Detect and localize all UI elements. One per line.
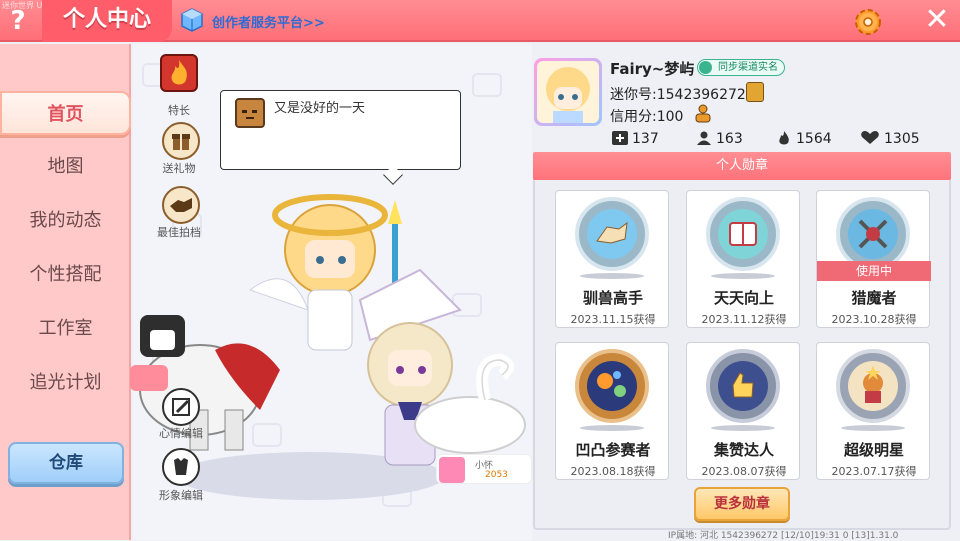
pet-card[interactable]: 小怀 2053 bbox=[436, 454, 532, 484]
page-title: 个人中心 bbox=[42, 0, 172, 42]
pet-score: 2053 bbox=[485, 470, 508, 480]
badge-card[interactable]: 集赞达人 2023.08.07获得 bbox=[686, 342, 800, 480]
fire-icon bbox=[779, 131, 789, 145]
sidebar-item-home[interactable]: 首页 bbox=[0, 91, 131, 135]
help-button[interactable]: ? bbox=[4, 6, 32, 36]
badge-card[interactable]: 天天向上 2023.11.12获得 bbox=[686, 190, 800, 328]
badge-name: 驯兽高手 bbox=[582, 289, 643, 307]
user-check-icon bbox=[699, 61, 712, 74]
badge-card[interactable]: 超级明星 2023.07.17获得 bbox=[816, 342, 930, 480]
badge-date: 2023.08.18获得 bbox=[570, 465, 656, 478]
sidebar-item-my-feed[interactable]: 我的动态 bbox=[0, 199, 131, 243]
warehouse-button[interactable]: 仓库 bbox=[8, 442, 124, 484]
sidebar-item-outfit[interactable]: 个性搭配 bbox=[0, 253, 131, 297]
thumbs-up-medal-icon bbox=[718, 361, 768, 411]
specialty-label[interactable]: 特长 bbox=[149, 102, 209, 118]
badge-date: 2023.11.12获得 bbox=[701, 313, 787, 326]
mini-id: 迷你号:1542396272 bbox=[610, 87, 746, 103]
badge-date: 2023.07.17获得 bbox=[831, 465, 917, 478]
badge-date: 2023.08.07获得 bbox=[701, 465, 787, 478]
close-icon[interactable]: ✕ bbox=[922, 4, 952, 36]
mood-edit-label[interactable]: 心情编辑 bbox=[151, 425, 211, 441]
badge-date: 2023.11.15获得 bbox=[570, 313, 656, 326]
stat-plus[interactable]: 137 bbox=[612, 131, 659, 147]
mood-text: 又是没好的一天 bbox=[274, 101, 366, 116]
creator-platform-icon[interactable] bbox=[180, 8, 204, 32]
copy-icon[interactable] bbox=[746, 82, 764, 102]
badge-name: 猎魔者 bbox=[851, 289, 897, 307]
appearance-edit-label[interactable]: 形象编辑 bbox=[151, 487, 211, 503]
more-badges-button[interactable]: 更多勋章 bbox=[694, 487, 790, 521]
avatar[interactable] bbox=[534, 58, 602, 126]
stat-fans[interactable]: 163 bbox=[696, 131, 743, 147]
book-medal-icon bbox=[718, 209, 768, 259]
horse-medal-icon bbox=[587, 209, 637, 259]
planets-medal-icon bbox=[587, 361, 637, 411]
sidebar-item-studio[interactable]: 工作室 bbox=[0, 307, 131, 351]
credit-score: 信用分:100 bbox=[610, 109, 684, 125]
fans-icon bbox=[697, 131, 711, 145]
pet-avatar bbox=[439, 457, 465, 483]
plus-icon bbox=[612, 131, 628, 145]
badge-name: 凹凸参赛者 bbox=[575, 441, 651, 459]
flame-emblem-icon[interactable] bbox=[160, 54, 198, 92]
stat-popularity[interactable]: 1564 bbox=[776, 131, 832, 147]
pencil-icon[interactable] bbox=[162, 388, 200, 426]
credit-person-icon[interactable] bbox=[693, 103, 713, 123]
outfit-icon[interactable] bbox=[162, 448, 200, 486]
swords-medal-icon bbox=[848, 209, 898, 259]
gear-icon[interactable] bbox=[852, 6, 884, 38]
gift-icon[interactable] bbox=[162, 122, 200, 160]
creator-platform-link[interactable]: 创作者服务平台>> bbox=[212, 12, 325, 31]
stat-popularity-value: 1564 bbox=[796, 131, 832, 147]
heart-icon bbox=[861, 131, 879, 144]
stat-likes-value: 1305 bbox=[884, 131, 920, 147]
stat-likes[interactable]: 1305 bbox=[860, 131, 920, 147]
nickname: Fairy~梦屿 bbox=[610, 60, 695, 78]
send-gift-label[interactable]: 送礼物 bbox=[149, 160, 209, 176]
mood-emoji-icon bbox=[235, 98, 265, 128]
stat-plus-value: 137 bbox=[632, 131, 659, 147]
badge-card[interactable]: 凹凸参赛者 2023.08.18获得 bbox=[555, 342, 669, 480]
badge-card[interactable]: 使用中 猎魔者 2023.10.28获得 bbox=[816, 190, 931, 328]
badge-name: 集赞达人 bbox=[713, 441, 774, 459]
stat-fans-value: 163 bbox=[716, 131, 743, 147]
star-medal-icon bbox=[848, 361, 898, 411]
sidebar-item-maps[interactable]: 地图 bbox=[0, 145, 131, 189]
badges-panel-title: 个人勋章 bbox=[533, 152, 951, 180]
badge-card[interactable]: 驯兽高手 2023.11.15获得 bbox=[555, 190, 669, 328]
badge-date: 2023.10.28获得 bbox=[831, 313, 917, 326]
in-use-badge: 使用中 bbox=[817, 261, 931, 281]
sidebar-item-light-plan[interactable]: 追光计划 bbox=[0, 361, 131, 405]
badge-name: 超级明星 bbox=[843, 441, 904, 459]
badge-name: 天天向上 bbox=[713, 289, 774, 307]
